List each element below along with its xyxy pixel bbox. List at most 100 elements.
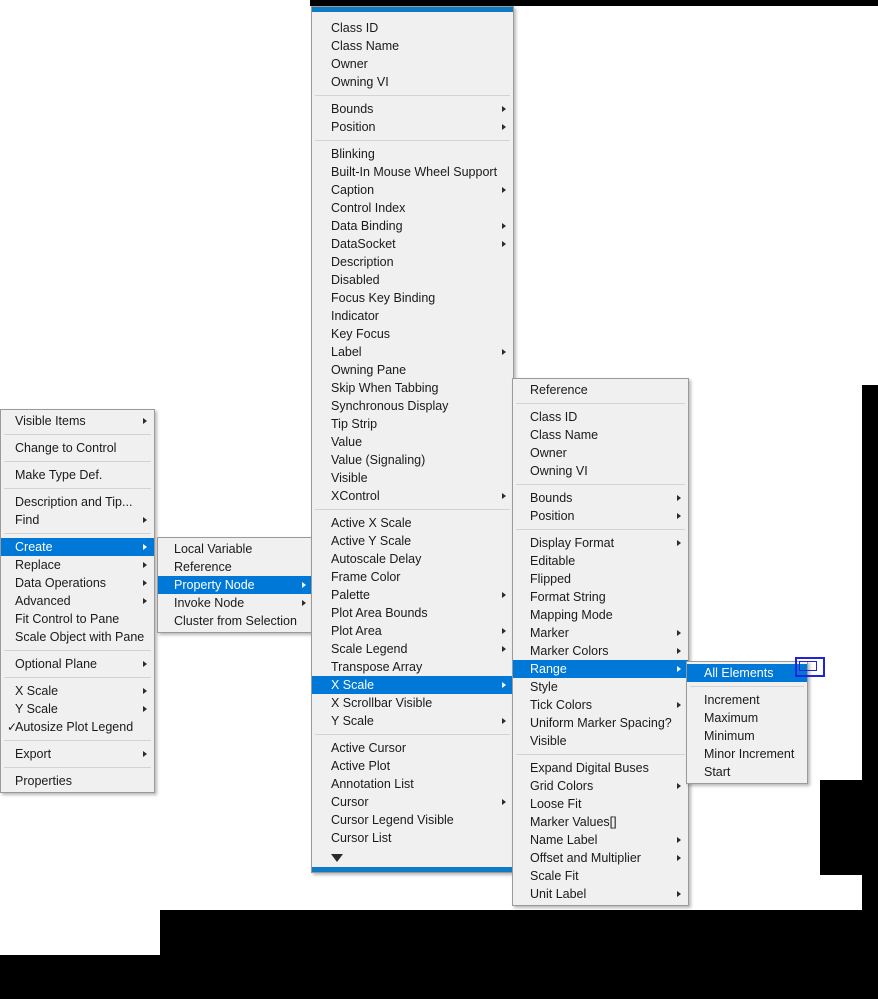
menu-item-label[interactable]: Label: [312, 343, 513, 361]
menu-item-marker-values[interactable]: Marker Values[]: [513, 813, 688, 831]
menu-item-loose-fit[interactable]: Loose Fit: [513, 795, 688, 813]
menu-item-built-in-mouse-wheel-support[interactable]: Built-In Mouse Wheel Support: [312, 163, 513, 181]
menu-item-owning-vi[interactable]: Owning VI: [513, 462, 688, 480]
menu-item-active-y-scale[interactable]: Active Y Scale: [312, 532, 513, 550]
menu-item-reference[interactable]: Reference: [158, 558, 313, 576]
menu-item-class-id[interactable]: Class ID: [312, 19, 513, 37]
menu-item-active-x-scale[interactable]: Active X Scale: [312, 514, 513, 532]
menu-item-transpose-array[interactable]: Transpose Array: [312, 658, 513, 676]
menu-item-invoke-node[interactable]: Invoke Node: [158, 594, 313, 612]
menu-item-description-and-tip[interactable]: Description and Tip...: [1, 493, 154, 511]
range-submenu[interactable]: All Elements Increment Maximum Minimum Minor…: [686, 661, 808, 784]
menu-item-cluster-from-selection[interactable]: Cluster from Selection: [158, 612, 313, 630]
menu-item-range[interactable]: Range: [513, 660, 688, 678]
menu-item-fit-control-to-pane[interactable]: Fit Control to Pane: [1, 610, 154, 628]
menu-item-expand-digital-buses[interactable]: Expand Digital Buses: [513, 759, 688, 777]
property-node-submenu[interactable]: Class ID Class Name Owner Owning VI Bounds Po…: [311, 6, 514, 873]
menu-item-change-to-control[interactable]: Change to Control: [1, 439, 154, 457]
menu-item-minimum[interactable]: Minimum: [687, 727, 807, 745]
menu-item-blinking[interactable]: Blinking: [312, 145, 513, 163]
menu-item-create[interactable]: Create: [1, 538, 154, 556]
menu-item-flipped[interactable]: Flipped: [513, 570, 688, 588]
menu-item-value[interactable]: Value: [312, 433, 513, 451]
menu-item-owning-vi[interactable]: Owning VI: [312, 73, 513, 91]
menu-item-offset-and-multiplier[interactable]: Offset and Multiplier: [513, 849, 688, 867]
menu-item-owner[interactable]: Owner: [513, 444, 688, 462]
menu-item-mapping-mode[interactable]: Mapping Mode: [513, 606, 688, 624]
menu-item-position[interactable]: Position: [312, 118, 513, 136]
menu-item-visible[interactable]: Visible: [312, 469, 513, 487]
menu-item-cursor[interactable]: Cursor: [312, 793, 513, 811]
menu-item-x-scale[interactable]: X Scale: [1, 682, 154, 700]
menu-item-control-index[interactable]: Control Index: [312, 199, 513, 217]
menu-item-active-plot[interactable]: Active Plot: [312, 757, 513, 775]
menu-item-disabled[interactable]: Disabled: [312, 271, 513, 289]
menu-item-find[interactable]: Find: [1, 511, 154, 529]
menu-item-description[interactable]: Description: [312, 253, 513, 271]
menu-item-uniform-marker-spacing[interactable]: Uniform Marker Spacing?: [513, 714, 688, 732]
menu-item-editable[interactable]: Editable: [513, 552, 688, 570]
menu-item-visible[interactable]: Visible: [513, 732, 688, 750]
menu-item-optional-plane[interactable]: Optional Plane: [1, 655, 154, 673]
menu-item-bounds[interactable]: Bounds: [513, 489, 688, 507]
create-submenu[interactable]: Local Variable Reference Property Node Invo…: [157, 537, 314, 633]
object-context-menu[interactable]: Visible Items Change to Control Make Type …: [0, 409, 155, 793]
menu-item-xcontrol[interactable]: XControl: [312, 487, 513, 505]
menu-item-active-cursor[interactable]: Active Cursor: [312, 739, 513, 757]
menu-item-synchronous-display[interactable]: Synchronous Display: [312, 397, 513, 415]
menu-item-y-scale[interactable]: Y Scale: [312, 712, 513, 730]
x-scale-submenu[interactable]: Reference Class ID Class Name Owner Owning V…: [512, 378, 689, 906]
menu-item-marker-colors[interactable]: Marker Colors: [513, 642, 688, 660]
menu-item-replace[interactable]: Replace: [1, 556, 154, 574]
menu-item-start[interactable]: Start: [687, 763, 807, 781]
menu-item-minor-increment[interactable]: Minor Increment: [687, 745, 807, 763]
scroll-down-indicator[interactable]: [312, 867, 513, 872]
menu-item-class-name[interactable]: Class Name: [513, 426, 688, 444]
menu-item-make-type-def[interactable]: Make Type Def.: [1, 466, 154, 484]
menu-item-caption[interactable]: Caption: [312, 181, 513, 199]
menu-item-x-scrollbar-visible[interactable]: X Scrollbar Visible: [312, 694, 513, 712]
menu-item-plot-area-bounds[interactable]: Plot Area Bounds: [312, 604, 513, 622]
menu-item-reference[interactable]: Reference: [513, 381, 688, 399]
menu-item-plot-area[interactable]: Plot Area: [312, 622, 513, 640]
menu-item-export[interactable]: Export: [1, 745, 154, 763]
menu-item-tip-strip[interactable]: Tip Strip: [312, 415, 513, 433]
menu-item-format-string[interactable]: Format String: [513, 588, 688, 606]
menu-item-class-id[interactable]: Class ID: [513, 408, 688, 426]
menu-item-maximum[interactable]: Maximum: [687, 709, 807, 727]
menu-item-datasocket[interactable]: DataSocket: [312, 235, 513, 253]
menu-item-data-operations[interactable]: Data Operations: [1, 574, 154, 592]
menu-item-display-format[interactable]: Display Format: [513, 534, 688, 552]
menu-item-grid-colors[interactable]: Grid Colors: [513, 777, 688, 795]
menu-item-autosize-plot-legend[interactable]: ✓ Autosize Plot Legend: [1, 718, 154, 736]
menu-item-unit-label[interactable]: Unit Label: [513, 885, 688, 903]
menu-item-value-signaling[interactable]: Value (Signaling): [312, 451, 513, 469]
menu-item-frame-color[interactable]: Frame Color: [312, 568, 513, 586]
menu-item-skip-when-tabbing[interactable]: Skip When Tabbing: [312, 379, 513, 397]
menu-item-position[interactable]: Position: [513, 507, 688, 525]
menu-item-class-name[interactable]: Class Name: [312, 37, 513, 55]
menu-item-visible-items[interactable]: Visible Items: [1, 412, 154, 430]
menu-item-scale-fit[interactable]: Scale Fit: [513, 867, 688, 885]
menu-item-name-label[interactable]: Name Label: [513, 831, 688, 849]
menu-item-property-node[interactable]: Property Node: [158, 576, 313, 594]
menu-item-advanced[interactable]: Advanced: [1, 592, 154, 610]
menu-item-key-focus[interactable]: Key Focus: [312, 325, 513, 343]
menu-item-marker[interactable]: Marker: [513, 624, 688, 642]
menu-item-properties[interactable]: Properties: [1, 772, 154, 790]
menu-item-all-elements[interactable]: All Elements: [687, 664, 807, 682]
menu-item-tick-colors[interactable]: Tick Colors: [513, 696, 688, 714]
menu-item-increment[interactable]: Increment: [687, 691, 807, 709]
menu-item-y-scale[interactable]: Y Scale: [1, 700, 154, 718]
menu-item-indicator[interactable]: Indicator: [312, 307, 513, 325]
menu-item-autoscale-delay[interactable]: Autoscale Delay: [312, 550, 513, 568]
menu-item-cursor-list[interactable]: Cursor List: [312, 829, 513, 847]
menu-item-x-scale[interactable]: X Scale: [312, 676, 513, 694]
menu-item-bounds[interactable]: Bounds: [312, 100, 513, 118]
menu-item-owner[interactable]: Owner: [312, 55, 513, 73]
menu-item-scale-legend[interactable]: Scale Legend: [312, 640, 513, 658]
menu-item-owning-pane[interactable]: Owning Pane: [312, 361, 513, 379]
menu-item-data-binding[interactable]: Data Binding: [312, 217, 513, 235]
menu-item-local-variable[interactable]: Local Variable: [158, 540, 313, 558]
menu-item-focus-key-binding[interactable]: Focus Key Binding: [312, 289, 513, 307]
